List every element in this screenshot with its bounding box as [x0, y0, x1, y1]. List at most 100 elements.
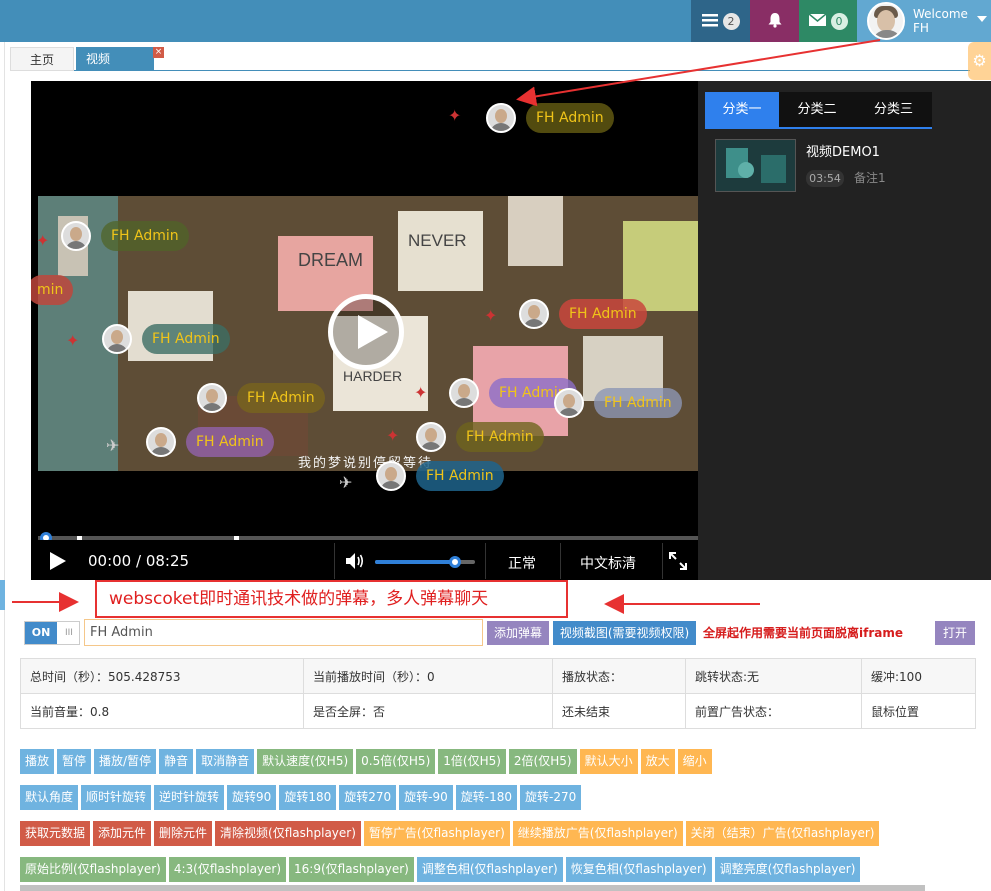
- table-cell: 是否全屏：否: [303, 693, 553, 729]
- svg-text:HARDER: HARDER: [343, 368, 402, 384]
- playlist-item-title: 视频DEMO1: [806, 145, 880, 160]
- action-button[interactable]: 暂停: [57, 749, 92, 774]
- danmu-toggle[interactable]: ON III: [24, 621, 80, 645]
- open-button[interactable]: 打开: [935, 621, 975, 645]
- danmu-text: FH Admin: [526, 103, 614, 133]
- action-button[interactable]: 逆时针旋转: [154, 785, 225, 810]
- action-button[interactable]: 获取元数据: [20, 821, 91, 846]
- volume-slider-fill: [375, 560, 455, 564]
- action-button[interactable]: 2倍(仅H5): [508, 749, 577, 774]
- playlist-item-duration: 03:54: [806, 170, 844, 187]
- bell-icon: [767, 12, 783, 31]
- action-button[interactable]: 恢复色相(仅flashplayer): [565, 857, 712, 882]
- action-button[interactable]: 16:9(仅flashplayer): [289, 857, 414, 882]
- action-button[interactable]: 旋转270: [339, 785, 397, 810]
- annotation-callout: webscoket即时通讯技术做的弹幕，多人弹幕聊天: [95, 580, 568, 618]
- toggle-label: ON: [25, 622, 57, 644]
- nav-messages-button[interactable]: 0: [799, 0, 857, 42]
- action-button[interactable]: 1倍(仅H5): [438, 749, 506, 774]
- action-button[interactable]: 4:3(仅flashplayer): [168, 857, 287, 882]
- user-menu[interactable]: Welcome FH: [857, 0, 991, 42]
- action-button[interactable]: 静音: [159, 749, 194, 774]
- avatar: [867, 2, 905, 40]
- action-button[interactable]: 顺时针旋转: [81, 785, 152, 810]
- rotation-buttons: 默认角度 顺时针旋转 逆时针旋转 旋转90 旋转180 旋转270 旋转-90 旋转-180 旋…: [20, 785, 584, 810]
- action-button[interactable]: 调整亮度(仅flashplayer): [714, 857, 861, 882]
- danmu-item: FH Admin: [416, 422, 544, 452]
- sprite-icon: ✦: [386, 426, 400, 445]
- danmu-item: FH Admin: [486, 103, 614, 133]
- action-button[interactable]: 调整色相(仅flashplayer): [416, 857, 563, 882]
- close-icon[interactable]: ×: [153, 47, 164, 58]
- playlist-tab-1[interactable]: 分类一: [705, 92, 779, 128]
- video-thumbnail: [715, 139, 796, 192]
- element-ad-buttons: 获取元数据 添加元件 删除元件 清除视频(仅flashplayer) 暂停广告(仅fla…: [20, 821, 882, 846]
- video-player[interactable]: DREAM NEVER HARDER 我的梦说别停留等待 FH Admin FH…: [31, 81, 698, 580]
- table-cell: 前置广告状态：: [685, 693, 862, 729]
- big-play-button[interactable]: [328, 294, 404, 370]
- action-button[interactable]: 播放/暂停: [94, 749, 157, 774]
- sprite-icon: ✦: [414, 383, 428, 402]
- speed-button[interactable]: 正常: [508, 553, 536, 573]
- sidebar-edge: [0, 42, 5, 891]
- tab-video-demo[interactable]: 视频DEMO: [76, 47, 154, 90]
- playlist-tab-3[interactable]: 分类三: [855, 92, 932, 128]
- danmu-text: FH Admin: [559, 299, 647, 329]
- tab-home[interactable]: 主页: [10, 47, 74, 71]
- horizontal-scrollbar[interactable]: [20, 885, 925, 891]
- danmu-item: FH Admin: [146, 427, 274, 457]
- action-button[interactable]: 原始比例(仅flashplayer): [20, 857, 166, 882]
- action-button[interactable]: 删除元件: [154, 821, 213, 846]
- action-button[interactable]: 暂停广告(仅flashplayer): [363, 821, 510, 846]
- playlist-item[interactable]: 视频DEMO1 03:54 备注1: [715, 139, 975, 195]
- danmu-item: FH Admin: [61, 221, 189, 251]
- mail-badge: 0: [830, 12, 848, 30]
- danmu-item: min: [31, 275, 74, 305]
- envelope-icon: [808, 12, 826, 29]
- danmu-text: min: [31, 275, 74, 305]
- danmu-text: FH Admin: [142, 324, 230, 354]
- time-display: 00:00 / 08:25: [88, 552, 190, 570]
- add-danmu-button[interactable]: 添加弹幕: [487, 621, 549, 645]
- action-button[interactable]: 关闭（结束）广告(仅flashplayer): [685, 821, 880, 846]
- action-button[interactable]: 播放: [20, 749, 55, 774]
- action-button[interactable]: 旋转-90: [399, 785, 453, 810]
- action-button[interactable]: 默认角度: [20, 785, 79, 810]
- table-cell: 还未结束: [552, 693, 686, 729]
- sprite-icon: ✈: [339, 473, 353, 492]
- action-button[interactable]: 旋转90: [227, 785, 277, 810]
- volume-icon[interactable]: [345, 552, 365, 570]
- nav-tasks-button[interactable]: 2: [691, 0, 750, 42]
- sprite-icon: ✦: [66, 331, 80, 350]
- action-button[interactable]: 缩小: [677, 749, 712, 774]
- action-button[interactable]: 0.5倍(仅H5): [356, 749, 436, 774]
- action-button[interactable]: 继续播放广告(仅flashplayer): [512, 821, 683, 846]
- status-table: 总时间（秒）：505.428753 当前播放时间（秒）：0 播放状态： 跳转状态…: [20, 658, 976, 729]
- subtitle-button[interactable]: 中文标清: [580, 553, 636, 573]
- action-button[interactable]: 旋转180: [279, 785, 337, 810]
- action-button[interactable]: 取消静音: [196, 749, 255, 774]
- playlist-tab-2[interactable]: 分类二: [779, 92, 855, 128]
- action-button[interactable]: 旋转-180: [455, 785, 517, 810]
- action-button[interactable]: 旋转-270: [520, 785, 582, 810]
- table-cell: 缓冲:100: [861, 658, 976, 694]
- toggle-grip: III: [65, 628, 73, 638]
- table-cell: 当前播放时间（秒）：0: [303, 658, 553, 694]
- action-button[interactable]: 默认大小: [579, 749, 638, 774]
- user-name: FH: [913, 21, 929, 35]
- action-button[interactable]: 清除视频(仅flashplayer): [215, 821, 361, 846]
- nav-notifications-button[interactable]: [750, 0, 799, 42]
- action-button[interactable]: 默认速度(仅H5): [257, 749, 354, 774]
- settings-gear-icon[interactable]: ⚙: [968, 42, 991, 80]
- caret-down-icon: [977, 16, 987, 22]
- screenshot-button[interactable]: 视频截图(需要视频权限): [553, 621, 696, 645]
- danmu-input[interactable]: [84, 619, 483, 646]
- fullscreen-icon[interactable]: [669, 552, 687, 570]
- sidebar-edge-marker: [0, 580, 5, 610]
- action-button[interactable]: 放大: [640, 749, 675, 774]
- sprite-icon: ✈: [106, 436, 120, 455]
- table-row: 当前音量：0.8 是否全屏：否 还未结束 前置广告状态： 鼠标位置: [20, 693, 976, 729]
- action-button[interactable]: 添加元件: [93, 821, 152, 846]
- volume-handle[interactable]: [449, 556, 461, 568]
- play-icon[interactable]: [50, 552, 66, 570]
